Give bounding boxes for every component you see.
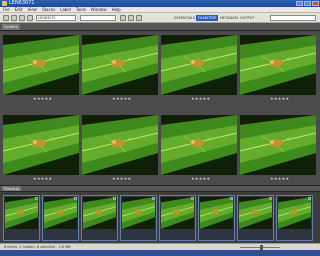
workspace-essentials[interactable]: ESSENTIALS (172, 15, 197, 21)
thumbnail[interactable]: ★★★★★ (3, 115, 79, 191)
status-bar: 8 items, 1 hidden, 8 selected - 2.6 MB (0, 243, 320, 250)
star-rating[interactable]: ★★★★★ (270, 176, 289, 181)
title-bar: LEN63071 (0, 0, 320, 7)
label-badge (152, 197, 155, 200)
leaf-photo (161, 197, 194, 229)
thumbnail[interactable]: ★★★★★ (3, 35, 79, 111)
leaf-photo (122, 197, 155, 229)
thumbnail[interactable]: ★★★★★ (240, 35, 316, 111)
forward-icon[interactable] (11, 15, 17, 21)
leaf-photo (161, 35, 237, 95)
menu-stacks[interactable]: Stacks (42, 7, 55, 12)
leaf-photo (240, 35, 316, 95)
menu-tools[interactable]: Tools (76, 7, 86, 12)
path-breadcrumb[interactable]: LEN63071 (36, 15, 76, 21)
bridge-window: LEN63071 File Edit View Stacks Label Too… (0, 0, 320, 256)
leaf-photo (3, 35, 79, 95)
content-panel-header: Content (0, 23, 320, 31)
workspace-output[interactable]: OUTPUT (238, 15, 256, 21)
rotate-right-icon[interactable] (128, 15, 134, 21)
filmstrip-frame[interactable] (276, 195, 313, 241)
search-input[interactable] (270, 15, 316, 21)
star-rating[interactable]: ★★★★★ (33, 96, 52, 101)
leaf-photo (82, 115, 158, 175)
filmstrip-frame[interactable] (120, 195, 157, 241)
leaf-photo (5, 197, 38, 229)
menu-label[interactable]: Label (60, 7, 71, 12)
leaf-photo (240, 115, 316, 175)
filmstrip (0, 191, 320, 243)
menu-view[interactable]: View (27, 7, 37, 12)
close-button[interactable] (312, 1, 319, 6)
camera-icon[interactable] (27, 15, 33, 21)
thumbnail[interactable]: ★★★★★ (82, 115, 158, 191)
label-badge (74, 197, 77, 200)
back-icon[interactable] (3, 15, 9, 21)
menu-window[interactable]: Window (91, 7, 107, 12)
star-rating[interactable]: ★★★★★ (270, 96, 289, 101)
leaf-photo (161, 115, 237, 175)
label-badge (308, 197, 311, 200)
filmstrip-frame[interactable] (237, 195, 274, 241)
filmstrip-frame[interactable] (159, 195, 196, 241)
star-rating[interactable]: ★★★★★ (112, 176, 131, 181)
tab-content[interactable]: Content (2, 24, 20, 30)
label-badge (191, 197, 194, 200)
toolbar: LEN63071 ESSENTIALS FILMSTRIP METADATA O… (0, 13, 320, 23)
rotate-left-icon[interactable] (120, 15, 126, 21)
menu-help[interactable]: Help (112, 7, 121, 12)
workspace-filmstrip[interactable]: FILMSTRIP (196, 15, 218, 21)
star-rating[interactable]: ★★★★★ (112, 96, 131, 101)
leaf-photo (44, 197, 77, 229)
menu-file[interactable]: File (3, 7, 10, 12)
star-rating[interactable]: ★★★★★ (191, 176, 210, 181)
leaf-photo (83, 197, 116, 229)
star-rating[interactable]: ★★★★★ (33, 176, 52, 181)
leaf-photo (82, 35, 158, 95)
taskbar (0, 250, 320, 256)
filmstrip-frame[interactable] (3, 195, 40, 241)
app-icon (2, 1, 7, 6)
filmstrip-frame[interactable] (81, 195, 118, 241)
trash-icon[interactable] (136, 15, 142, 21)
window-controls (296, 1, 319, 6)
leaf-photo (200, 197, 233, 229)
label-badge (230, 197, 233, 200)
thumbnail[interactable]: ★★★★★ (82, 35, 158, 111)
filmstrip-frame[interactable] (198, 195, 235, 241)
minimize-button[interactable] (296, 1, 303, 6)
thumbnail-size-slider[interactable] (240, 245, 280, 250)
maximize-button[interactable] (304, 1, 311, 6)
leaf-photo (239, 197, 272, 229)
leaf-photo (278, 197, 311, 229)
thumbnail[interactable]: ★★★★★ (161, 115, 237, 191)
thumbnail[interactable]: ★★★★★ (240, 115, 316, 191)
filmstrip-frame[interactable] (42, 195, 79, 241)
star-rating[interactable]: ★★★★★ (191, 96, 210, 101)
leaf-photo (3, 115, 79, 175)
menu-edit[interactable]: Edit (15, 7, 23, 12)
thumbnail[interactable]: ★★★★★ (161, 35, 237, 111)
content-grid: ★★★★★ ★★★★★ ★★★★★ ★★★★★ ★★★★★ ★★★★★ ★★★★… (0, 31, 320, 185)
recent-folder-icon[interactable] (19, 15, 25, 21)
window-title: LEN63071 (9, 0, 35, 6)
label-badge (269, 197, 272, 200)
label-badge (35, 197, 38, 200)
label-badge (113, 197, 116, 200)
folder-path[interactable] (80, 15, 116, 21)
